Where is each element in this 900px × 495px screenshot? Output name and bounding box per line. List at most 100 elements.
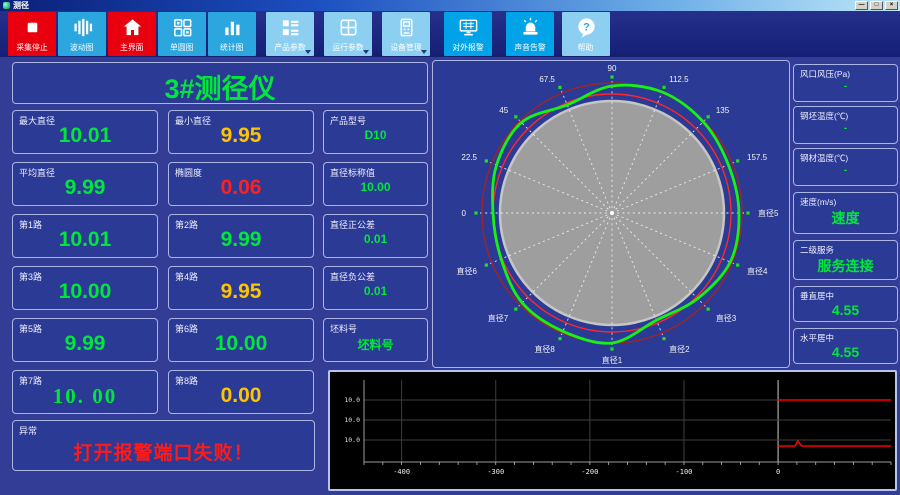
svg-text:-100: -100: [676, 468, 693, 476]
toolbar-button-主界面[interactable]: 主界面: [108, 12, 156, 56]
field-label: 产品型号: [330, 116, 367, 126]
toolbar-button-label: 单圆图: [170, 42, 194, 52]
status-label: 钢材温度(℃): [800, 153, 849, 163]
field-value: 9.99: [64, 332, 106, 355]
field-value: 9.95: [220, 124, 262, 147]
monitor-icon: [457, 14, 480, 40]
field-value: 10.00: [360, 180, 391, 194]
home-icon: [121, 14, 144, 40]
status-value: 服务连接: [817, 258, 874, 274]
svg-text:45: 45: [499, 106, 508, 115]
svg-text:直径6: 直径6: [457, 266, 478, 276]
chevron-down-icon: [421, 50, 427, 54]
device-icon: [395, 14, 418, 40]
field-label: 直径正公差: [330, 220, 376, 230]
chevron-down-icon: [363, 50, 369, 54]
svg-text:0: 0: [776, 468, 780, 476]
toolbar-button-波动图[interactable]: 波动图: [58, 12, 106, 56]
status-label: 垂直居中: [800, 291, 835, 301]
field-value: 10.01: [58, 228, 112, 251]
toolbar-button-统计图[interactable]: 统计图: [208, 12, 256, 56]
bar-chart-icon: [221, 14, 244, 40]
toolbar-button-label: 主界面: [120, 42, 144, 52]
field-第6路: 第6路 10.00: [168, 318, 314, 362]
svg-text:135: 135: [716, 106, 730, 115]
field-第1路: 第1路 10.01: [12, 214, 158, 258]
app-window: 测径 — □ × 采集停止 波动图 主界面 单圆图 统计图 产品参数 运行参数 设备管理 对外报…: [0, 0, 900, 495]
field-直径正公差: 直径正公差 0.01: [323, 214, 428, 258]
field-最小直径: 最小直径 9.95: [168, 110, 314, 154]
field-value: 0.06: [220, 176, 262, 199]
status-速度(m/s): 速度(m/s) 速度: [793, 192, 898, 234]
chevron-down-icon: [305, 50, 311, 54]
status-value: -: [843, 81, 848, 92]
toolbar-button-采集停止[interactable]: 采集停止: [8, 12, 56, 56]
minimize-button[interactable]: —: [855, 1, 868, 10]
polar-chart-panel: 0 22.5 45 67.5 90 112.5 135 157.5 直径5 直径4 直径3 直径2 直径…: [432, 60, 790, 368]
status-风口风压(Pa): 风口风压(Pa) -: [793, 64, 898, 102]
field-value: 0.00: [220, 384, 262, 407]
toolbar-button-单圆图[interactable]: 单圆图: [158, 12, 206, 56]
toolbar-button-帮助[interactable]: ? 帮助: [562, 12, 610, 56]
abnormal-message: 打开报警端口失败！: [73, 443, 254, 464]
field-第7路: 第7路 10. 00: [12, 370, 158, 414]
toolbar-button-对外报警[interactable]: 对外报警: [444, 12, 492, 56]
run-params-icon: [337, 14, 360, 40]
svg-text:-300: -300: [487, 468, 504, 476]
field-第4路: 第4路 9.95: [168, 266, 314, 310]
svg-text:22.5: 22.5: [461, 153, 477, 162]
toolbar-button-声音告警[interactable]: 声音告警: [506, 12, 554, 56]
svg-text:直径5: 直径5: [758, 208, 779, 218]
status-label: 速度(m/s): [800, 197, 837, 207]
waveform-icon: [71, 14, 94, 40]
gauge-title-panel: 3#测径仪: [12, 62, 428, 104]
svg-text:直径4: 直径4: [747, 266, 768, 276]
field-value: 10.01: [58, 124, 112, 147]
toolbar: 采集停止 波动图 主界面 单圆图 统计图 产品参数 运行参数 设备管理 对外报警 声音告警 ? 帮助: [0, 11, 900, 57]
abnormal-label: 异常: [19, 426, 38, 436]
field-最大直径: 最大直径 10.01: [12, 110, 158, 154]
app-icon: [3, 2, 10, 9]
stop-icon: [21, 14, 44, 40]
close-button[interactable]: ×: [885, 1, 898, 10]
toolbar-button-label: 声音告警: [514, 42, 546, 52]
svg-text:-400: -400: [393, 468, 410, 476]
field-第3路: 第3路 10.00: [12, 266, 158, 310]
status-label: 风口风压(Pa): [800, 69, 851, 79]
svg-text:10.0: 10.0: [344, 396, 360, 404]
maximize-button[interactable]: □: [870, 1, 883, 10]
svg-text:67.5: 67.5: [539, 75, 555, 84]
toolbar-button-设备管理[interactable]: 设备管理: [382, 12, 430, 56]
status-value: -: [843, 165, 848, 176]
svg-text:直径8: 直径8: [534, 344, 555, 354]
toolbar-button-运行参数[interactable]: 运行参数: [324, 12, 372, 56]
svg-text:157.5: 157.5: [747, 153, 768, 162]
field-value: 坯料号: [357, 338, 394, 352]
status-label: 二级服务: [800, 245, 835, 255]
field-label: 直径标称值: [330, 168, 376, 178]
status-钢材温度(℃): 钢材温度(℃) -: [793, 148, 898, 186]
field-value: 9.95: [220, 280, 262, 303]
field-value: 9.99: [220, 228, 262, 251]
toolbar-button-产品参数[interactable]: 产品参数: [266, 12, 314, 56]
svg-text:10.0: 10.0: [344, 436, 360, 444]
status-label: 水平居中: [800, 333, 835, 343]
toolbar-button-label: 对外报警: [452, 42, 484, 52]
field-坯料号: 坯料号 坯料号: [323, 318, 428, 362]
status-二级服务: 二级服务服务连接: [793, 240, 898, 280]
status-钢坯温度(℃): 钢坯温度(℃) -: [793, 106, 898, 144]
field-value: 0.01: [363, 232, 388, 246]
field-value: 10.00: [58, 280, 112, 303]
toolbar-button-label: 设备管理: [390, 42, 422, 52]
field-产品型号: 产品型号 D10: [323, 110, 428, 154]
svg-text:直径3: 直径3: [716, 313, 737, 323]
field-平均直径: 平均直径 9.99: [12, 162, 158, 206]
field-value: 9.99: [64, 176, 106, 199]
field-label: 坯料号: [330, 324, 358, 334]
titlebar: 测径 — □ ×: [0, 0, 900, 11]
abnormal-panel: 异常 打开报警端口失败！: [12, 420, 315, 471]
help-icon: ?: [575, 14, 598, 40]
svg-text:90: 90: [608, 64, 617, 73]
trend-chart-panel: 10.0 10.0 10.0 -400 -300 -200 -100 0: [328, 370, 897, 491]
status-value: 速度: [831, 210, 860, 226]
